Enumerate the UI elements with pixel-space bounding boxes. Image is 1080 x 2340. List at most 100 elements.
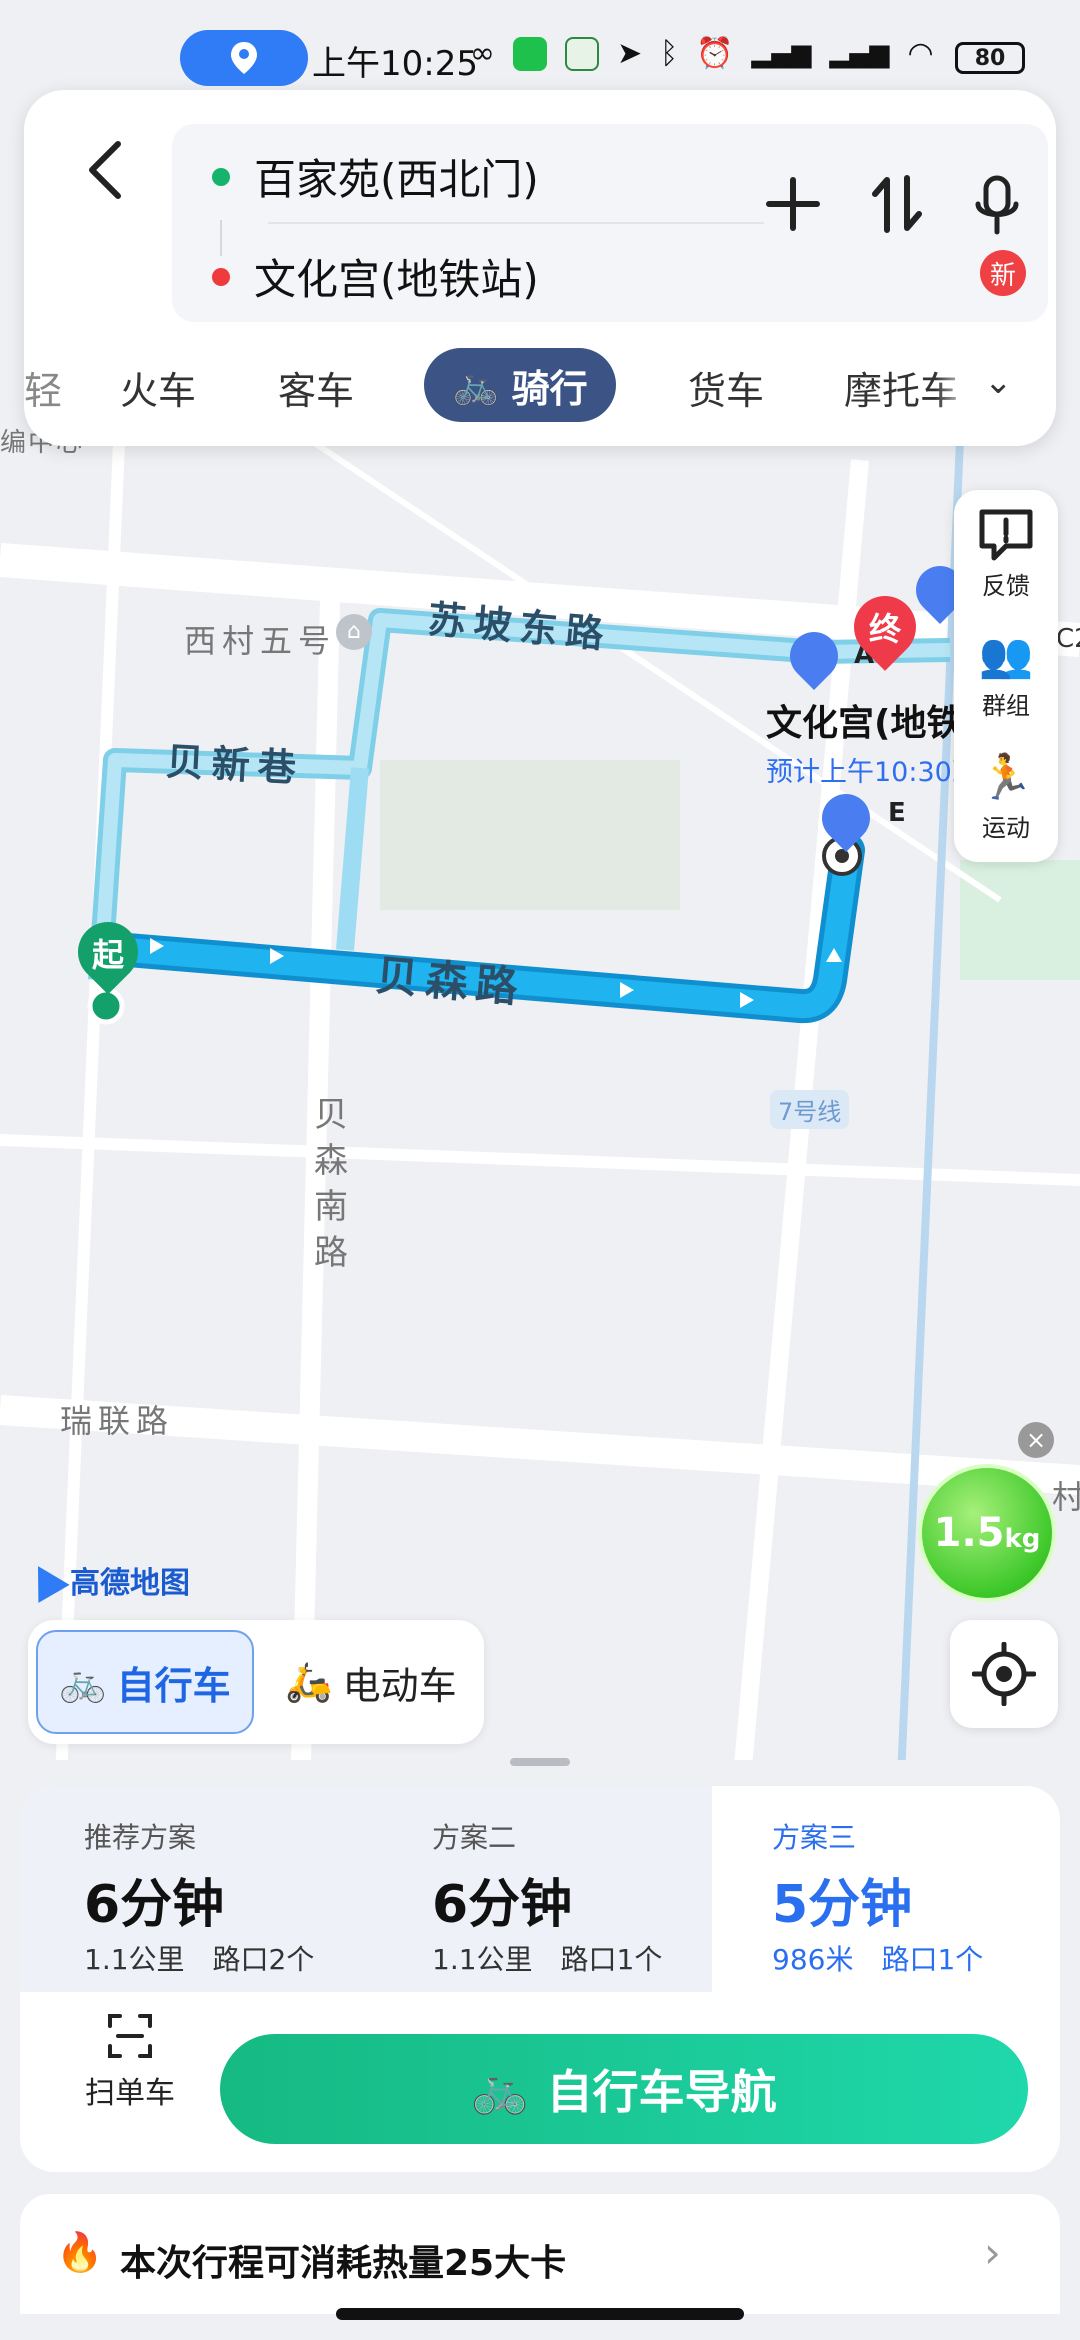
road-label-beixin: 贝新巷 xyxy=(164,739,305,791)
plan-distance: 1.1公里 xyxy=(432,1943,533,1976)
plan-option-1[interactable]: 推荐方案 6分钟 1.1公里 路口2个 xyxy=(20,1786,370,1992)
tab-cycling-label: 骑行 xyxy=(511,366,588,411)
plan-crossings: 路口2个 xyxy=(212,1943,315,1976)
feedback-button[interactable]: 反馈 xyxy=(954,506,1058,601)
ebike-option-label: 电动车 xyxy=(342,1663,457,1708)
destination-eta: 预计上午10:30到 xyxy=(766,757,979,788)
plan-crossings: 路口1个 xyxy=(881,1943,984,1976)
group-label: 群组 xyxy=(982,692,1030,720)
wechat-icon xyxy=(513,36,547,71)
wifi-icon: ◠ xyxy=(907,36,934,71)
tab-partial[interactable]: 轻 xyxy=(24,360,62,415)
scooter-icon: 🛵 xyxy=(285,1659,333,1704)
new-badge: 新 xyxy=(980,250,1026,296)
plan-option-2[interactable]: 方案二 6分钟 1.1公里 路口1个 xyxy=(368,1786,718,1992)
tab-train[interactable]: 火车 xyxy=(120,360,196,415)
route-search-card: 百家苑(西北门) 文化宫(地铁站) 轻 火车 客车 🚲 骑行 货车 摩托车 ⌄ xyxy=(24,90,1056,446)
amap-logo-icon xyxy=(22,1557,70,1603)
plan-meta: 1.1公里 路口2个 xyxy=(84,1938,314,1978)
voice-input-button[interactable] xyxy=(962,174,1032,254)
amap-logo-text: 高德地图 xyxy=(70,1566,190,1601)
back-arrow-icon xyxy=(89,141,121,199)
plan-crossings: 路口1个 xyxy=(560,1943,663,1976)
end-point-field[interactable]: 文化宫(地铁站) xyxy=(212,246,539,307)
calorie-ball-value: 1.5 xyxy=(933,1510,1005,1556)
signal-hd-icon: ▂▄▆ xyxy=(829,38,890,69)
bicycle-icon: 🚲 xyxy=(471,2061,529,2116)
back-button[interactable] xyxy=(64,130,144,210)
battery-icon: 80 xyxy=(955,42,1025,74)
destination-label[interactable]: 文化宫(地铁 xyxy=(766,694,962,746)
map-side-panel: 反馈 👥 群组 🏃 运动 xyxy=(954,490,1058,862)
end-dot-icon xyxy=(212,267,230,286)
status-bar: 上午10:25 ∞ ➤ ᛒ ⏰ ▂▄▆ ▂▄▆ ◠ 80 xyxy=(0,0,1080,88)
sport-button[interactable]: 🏃 运动 xyxy=(954,748,1058,843)
calorie-tip-text: 本次行程可消耗热量25大卡 xyxy=(120,2243,567,2284)
plan-option-3[interactable]: 方案三 5分钟 986米 路口1个 xyxy=(712,1786,1060,1992)
marker-label-e: E xyxy=(888,798,906,828)
location-pill-icon[interactable] xyxy=(180,30,308,86)
vehicle-type-toggle: 🚲 自行车 🛵 电动车 xyxy=(28,1620,484,1744)
more-modes-chevron-down-icon[interactable]: ⌄ xyxy=(984,362,1013,402)
navigation-icon: ➤ xyxy=(617,36,643,71)
feedback-icon xyxy=(954,506,1058,566)
plan-title: 方案三 xyxy=(772,1821,857,1854)
plan-duration: 6分钟 xyxy=(432,1875,573,1935)
tab-motorcycle[interactable]: 摩托车 xyxy=(844,360,974,415)
amap-logo: 高德地图 xyxy=(22,1557,190,1603)
route-plans-card: 推荐方案 6分钟 1.1公里 路口2个 方案二 6分钟 1.1公里 路口1个 方… xyxy=(20,1786,1060,2172)
swap-route-button[interactable] xyxy=(862,174,932,250)
end-pin-label: 终 xyxy=(868,610,901,648)
crosshair-icon xyxy=(972,1642,1036,1706)
transport-mode-tabs: 轻 火车 客车 🚲 骑行 货车 摩托车 ⌄ xyxy=(24,348,1056,428)
calorie-ball[interactable]: 1.5 kg xyxy=(918,1464,1056,1602)
home-indicator[interactable] xyxy=(336,2308,744,2320)
map-block xyxy=(960,860,1080,980)
sheet-drag-handle[interactable] xyxy=(510,1758,570,1766)
start-point-dot xyxy=(87,987,125,1025)
calorie-tip-card[interactable]: 🔥 本次行程可消耗热量25大卡 › xyxy=(20,2194,1060,2314)
route-input-box: 百家苑(西北门) 文化宫(地铁站) xyxy=(172,124,1048,322)
metro-line-label: 7号线 xyxy=(770,1090,850,1129)
sport-icon: 🏃 xyxy=(978,752,1034,803)
bike-option[interactable]: 🚲 自行车 xyxy=(36,1630,254,1734)
close-calorie-ball-icon[interactable]: × xyxy=(1018,1422,1054,1458)
plan-duration: 6分钟 xyxy=(84,1875,225,1935)
scan-bike-label: 扫单车 xyxy=(85,2076,175,2111)
ebike-option[interactable]: 🛵 电动车 xyxy=(268,1630,474,1734)
scan-bike-button[interactable]: 扫单车 xyxy=(60,2012,200,2112)
road-label-ruilian: 瑞联路 xyxy=(60,1402,175,1440)
sport-label: 运动 xyxy=(982,814,1030,842)
battery-level: 80 xyxy=(974,45,1006,71)
map-road xyxy=(0,1134,1080,1186)
tab-cycling[interactable]: 🚲 骑行 xyxy=(424,348,616,422)
plan-meta: 986米 路口1个 xyxy=(772,1938,983,1978)
bicycle-icon: 🚲 xyxy=(59,1659,107,1704)
start-navigation-label: 自行车导航 xyxy=(546,2065,777,2119)
tab-coach[interactable]: 客车 xyxy=(278,360,354,415)
place-label-c2: C2 xyxy=(1056,624,1080,654)
group-icon: 👥 xyxy=(978,630,1034,681)
locate-me-button[interactable] xyxy=(950,1620,1058,1728)
start-navigation-button[interactable]: 🚲 自行车导航 xyxy=(220,2034,1028,2144)
app-icon: ∞ xyxy=(470,36,495,71)
start-point-field[interactable]: 百家苑(西北门) xyxy=(212,146,539,207)
signal-hd-icon: ▂▄▆ xyxy=(751,38,812,69)
group-button[interactable]: 👥 群组 xyxy=(954,626,1058,721)
end-point-dot xyxy=(835,849,849,863)
calorie-ball-unit: kg xyxy=(1004,1524,1041,1554)
bluetooth-icon: ᛒ xyxy=(660,36,679,71)
bicycle-icon: 🚲 xyxy=(452,362,500,407)
start-point-text: 百家苑(西北门) xyxy=(254,155,539,204)
scan-icon xyxy=(108,2014,152,2058)
place-icon: ⌂ xyxy=(336,614,372,650)
plan-title: 方案二 xyxy=(432,1821,517,1854)
add-waypoint-button[interactable] xyxy=(758,174,828,248)
plan-meta: 1.1公里 路口1个 xyxy=(432,1938,662,1978)
tab-truck[interactable]: 货车 xyxy=(688,360,764,415)
status-time: 上午10:25 xyxy=(312,44,478,84)
start-pin-label: 起 xyxy=(91,936,124,974)
status-icons: ∞ ➤ ᛒ ⏰ ▂▄▆ ▂▄▆ ◠ xyxy=(470,36,934,71)
app-icon xyxy=(565,36,599,71)
place-label-cun: 村 xyxy=(1052,1478,1080,1516)
